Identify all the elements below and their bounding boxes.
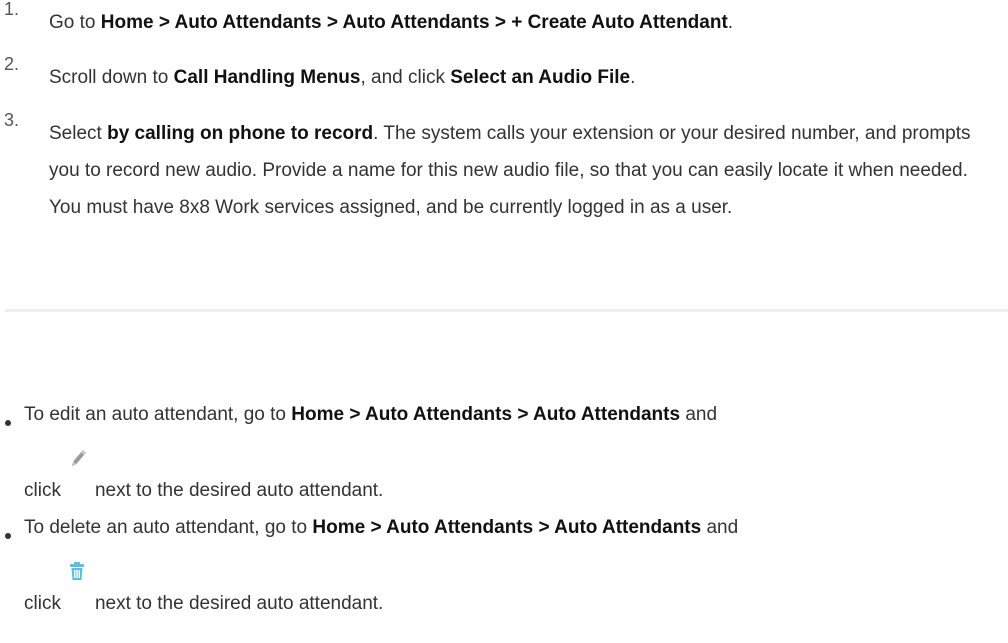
step-1: 1. Go to Home > Auto Attendants > Auto A…	[0, 0, 1008, 41]
bullet-line: To edit an auto attendant, go to Home > …	[24, 404, 717, 426]
step-text: Select by calling on phone to record. Th…	[49, 115, 989, 226]
bullet-line: click next to the desired auto attendant…	[24, 562, 384, 615]
ui-option-name: by calling on phone to record	[107, 123, 374, 144]
section-divider	[5, 309, 1008, 312]
click-text: click	[24, 593, 61, 614]
ui-button-name: Select an Audio File	[450, 67, 631, 88]
step-text: Go to Home > Auto Attendants > Auto Atte…	[49, 4, 989, 41]
ui-path: Home > Auto Attendants > Auto Attendants…	[100, 12, 728, 33]
step-3: 3. Select by calling on phone to record.…	[0, 110, 1008, 226]
ui-section-name: Call Handling Menus	[173, 67, 361, 88]
ui-path: Home > Auto Attendants > Auto Attendants	[312, 517, 702, 538]
step-text-part: Go to	[49, 12, 101, 33]
trash-icon	[61, 562, 95, 609]
step-number: 2.	[4, 54, 20, 74]
click-text: click	[24, 480, 61, 501]
step-text: Scroll down to Call Handling Menus, and …	[49, 59, 989, 96]
step-text-part: .	[727, 12, 734, 33]
bullet-text: next to the desired auto attendant.	[94, 593, 384, 614]
bullet-line: click next to the desired auto attendant…	[24, 450, 384, 502]
bullet-text: To edit an auto attendant, go to	[24, 404, 292, 425]
step-number: 1.	[4, 0, 20, 19]
pencil-icon	[61, 450, 95, 496]
bullet-text: To delete an auto attendant, go to	[24, 517, 313, 538]
step-number: 3.	[4, 110, 20, 130]
bullet-line: To delete an auto attendant, go to Home …	[24, 517, 738, 539]
bullet-text: next to the desired auto attendant.	[94, 480, 384, 501]
step-text-part: , and click	[360, 67, 451, 88]
step-text-part: .	[630, 67, 636, 88]
step-text-part: Select	[49, 123, 108, 144]
bullet-dot	[5, 533, 11, 539]
bullet-text: and	[680, 404, 718, 425]
step-text-part: Scroll down to	[49, 67, 174, 88]
step-2: 2. Scroll down to Call Handling Menus, a…	[0, 54, 1008, 96]
bullet-dot	[5, 420, 11, 426]
bullet-text: and	[701, 517, 739, 538]
ui-path: Home > Auto Attendants > Auto Attendants	[291, 404, 681, 425]
